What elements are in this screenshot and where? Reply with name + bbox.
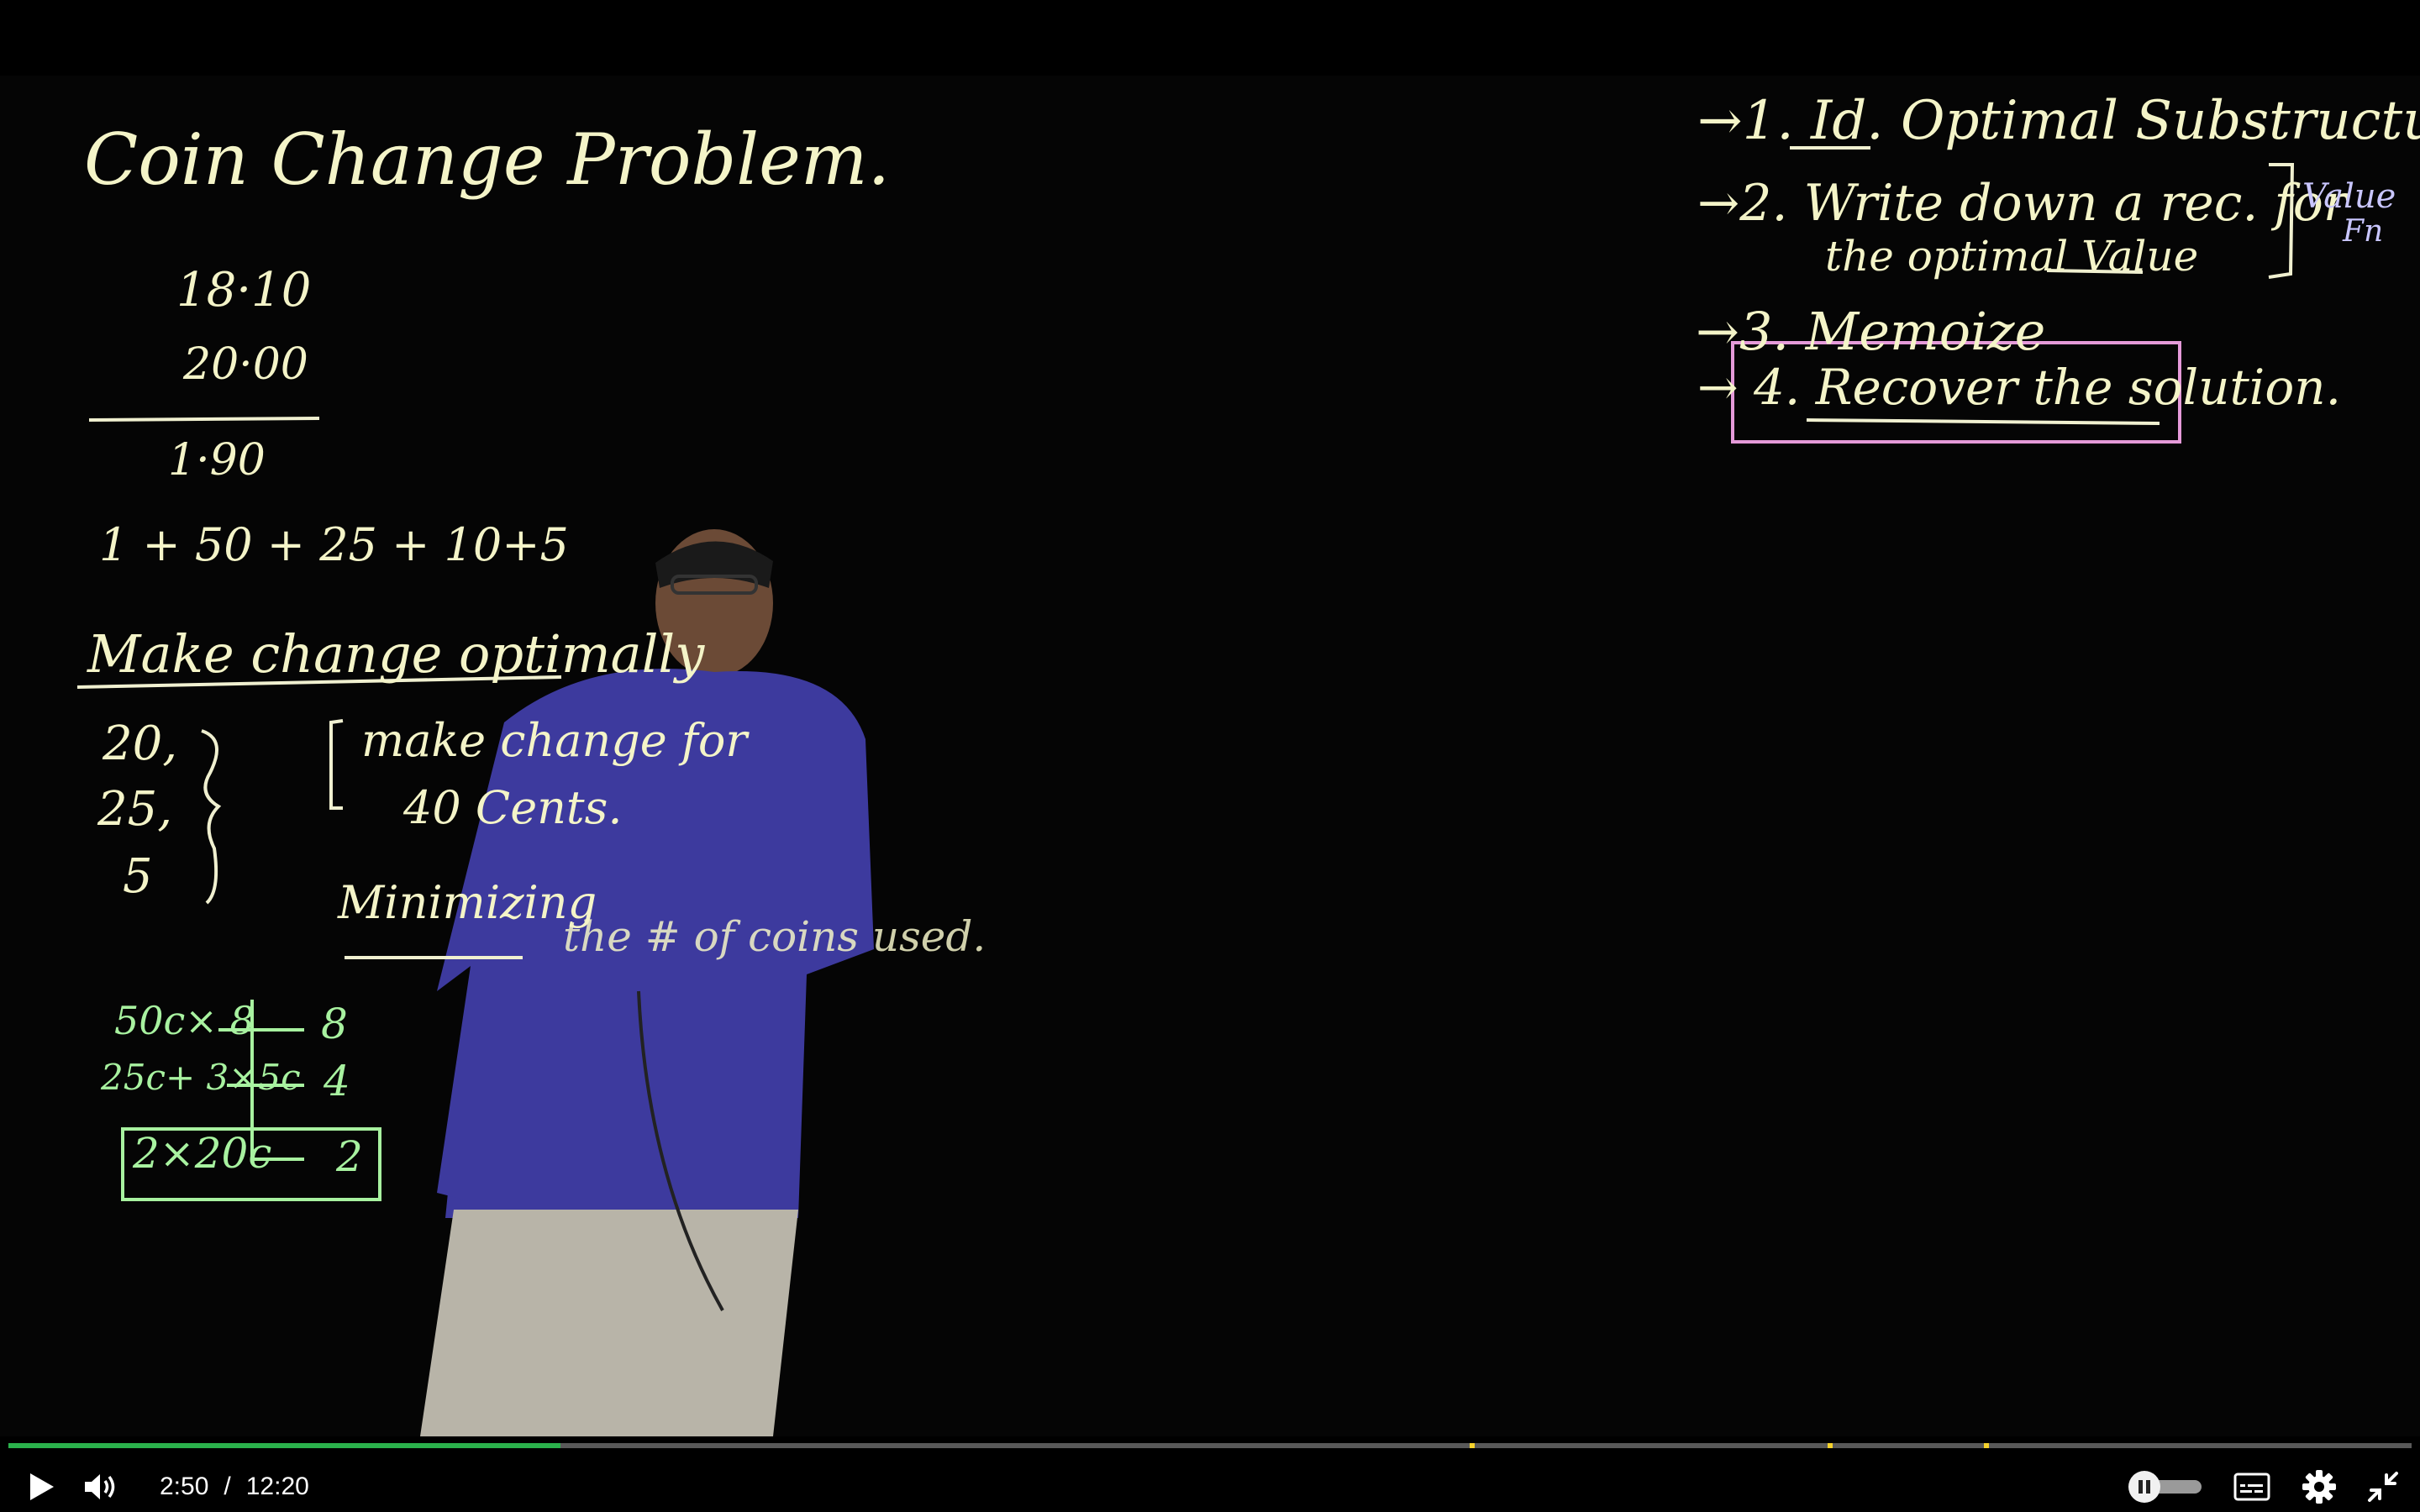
board-value-fn-1: Value [2302,177,2396,216]
board-row-1-right: 8 [321,1000,348,1048]
board-coins-used: the # of coins used. [563,912,986,961]
chapter-marker [1983,1443,1989,1448]
board-title: Coin Change Problem. [84,118,891,201]
progress-bar[interactable] [8,1443,2412,1448]
captions-icon [2233,1473,2270,1501]
exit-fullscreen-button[interactable] [2361,1465,2405,1509]
board-minimizing: Minimizing [338,876,597,929]
board-row-2-left: 25c+ 3×5c [101,1057,301,1098]
pause-toggle-icon [2128,1471,2202,1503]
time-separator: / [224,1473,231,1500]
board-step-4: → 4. Recover the solution. [1697,359,2342,416]
autoplay-toggle[interactable] [2128,1470,2205,1504]
board-coin-3: 5 [123,849,153,904]
play-icon [30,1473,54,1500]
volume-icon [85,1474,115,1499]
play-button[interactable] [22,1467,62,1507]
chapter-marker [1469,1443,1475,1448]
settings-button[interactable] [2297,1465,2341,1509]
board-number-3: 1·90 [168,435,266,486]
board-number-1: 18·10 [176,263,312,318]
time-display: 2:50 / 12:20 [160,1467,309,1507]
board-row-2-right: 4 [324,1057,350,1105]
board-coin-sum: 1 + 50 + 25 + 10+5 [99,518,569,571]
board-bracket-line-2: 40 Cents. [403,781,623,834]
board-step-1: →1. Id. Optimal Substructure. [1697,90,2420,152]
volume-button[interactable] [79,1467,124,1507]
video-frame[interactable]: Coin Change Problem. 18·10 20·00 1·90 1 … [0,0,2420,1512]
board-coin-2: 25, [97,782,173,837]
gear-icon [2302,1470,2336,1504]
exit-fullscreen-icon [2368,1472,2398,1502]
board-step-2-line-2: the optimal Value [1825,232,2199,281]
progress-fill [8,1443,560,1448]
board-value-fn-2: Fn [2343,214,2384,249]
board-row-3-left: 2×20c [133,1129,272,1178]
chapter-marker [1828,1443,1833,1448]
board-step-2-line-1: →2. Write down a rec. for [1697,174,2348,233]
board-row-1-left: 50c× 8 [114,998,255,1043]
captions-button[interactable] [2232,1468,2272,1505]
duration: 12:20 [245,1473,309,1500]
board-bracket-line-1: make change for [361,714,748,767]
board-number-2: 20·00 [183,339,308,390]
board-step-3: →3. Memoize [1696,301,2046,362]
current-time: 2:50 [160,1473,209,1500]
board-coin-1: 20, [103,717,178,771]
board-heading-make-change: Make change optimally [87,623,705,685]
board-row-3-right: 2 [336,1132,363,1181]
